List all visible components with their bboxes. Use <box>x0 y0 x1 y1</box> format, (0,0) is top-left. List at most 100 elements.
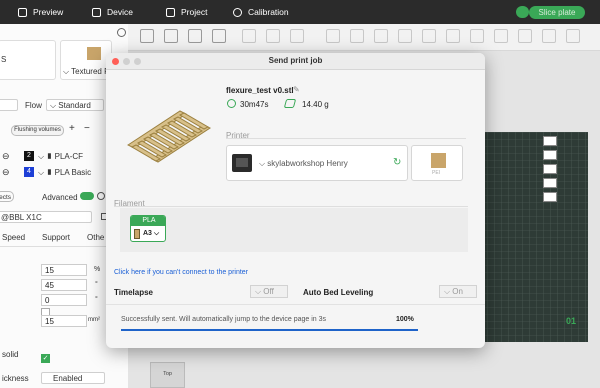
view-top-icon[interactable] <box>543 150 557 160</box>
remove-filament-icon[interactable]: − <box>84 123 90 134</box>
add-filament-icon[interactable]: + <box>69 123 75 134</box>
printer-card[interactable]: S <box>0 40 56 80</box>
tab-others[interactable]: Othe <box>87 233 104 242</box>
cut-icon[interactable] <box>422 29 436 43</box>
plate-card-label: ⌵ Textured P <box>63 67 110 76</box>
build-plate-grid <box>480 132 588 342</box>
nozzle-select[interactable] <box>0 99 18 111</box>
spool-icon <box>134 229 140 239</box>
printer-icon-window <box>236 158 248 167</box>
arrange-icon[interactable] <box>212 29 226 43</box>
orient-icon[interactable] <box>188 29 202 43</box>
thickness-label: ickness <box>2 374 29 383</box>
project-icon <box>166 8 175 17</box>
value-field-5[interactable]: 15 <box>41 315 87 327</box>
filament-1-radio-icon[interactable]: ⊖ <box>2 151 10 162</box>
progress-bar <box>121 329 418 331</box>
measure-icon[interactable] <box>542 29 556 43</box>
filament-2-select[interactable]: ⌵ ▮ PLA Basic <box>38 168 91 178</box>
close-window-button[interactable] <box>112 58 119 65</box>
tab-device-label: Device <box>107 7 133 17</box>
preview-icon <box>18 8 27 17</box>
text-tool-icon[interactable] <box>518 29 532 43</box>
settings-gear-icon[interactable] <box>117 28 126 37</box>
printer-select[interactable]: ⌵ skylabworkshop Henry ↻ <box>226 145 408 181</box>
enabled-select[interactable]: Enabled <box>41 372 105 384</box>
filament-mapping-area <box>120 208 468 252</box>
filament-slot: A3 ⌵ <box>143 230 160 237</box>
support-paint-icon[interactable] <box>470 29 484 43</box>
bed-leveling-select-value: ⌵ On <box>444 287 463 296</box>
grid-icon[interactable] <box>164 29 178 43</box>
seam-paint-icon[interactable] <box>494 29 508 43</box>
value-unit-2: ° <box>95 281 98 288</box>
mesh-boolean-icon[interactable] <box>446 29 460 43</box>
view-front-icon[interactable] <box>543 164 557 174</box>
value-field-1[interactable]: 15 <box>41 264 87 276</box>
refresh-printer-icon[interactable]: ↻ <box>393 157 401 168</box>
printer-select-value: ⌵ skylabworkshop Henry <box>259 159 348 168</box>
objects-tab[interactable]: ects <box>0 191 14 202</box>
tab-project[interactable]: Project <box>166 0 207 24</box>
filament-1-select[interactable]: ⌵ ▮ PLA-CF <box>38 152 83 162</box>
view-side-icon[interactable] <box>543 178 557 188</box>
minimize-window-button[interactable] <box>123 58 130 65</box>
bed-leveling-select[interactable]: ⌵ On <box>439 285 477 298</box>
process-preset-value: @BBL X1C <box>1 213 42 222</box>
lay-on-face-icon[interactable] <box>398 29 412 43</box>
tab-support[interactable]: Support <box>42 233 70 242</box>
slice-mode-toggle[interactable] <box>516 6 529 18</box>
top-bar: Preview Device Project Calibration Slice… <box>0 0 600 24</box>
paste-icon[interactable] <box>266 29 280 43</box>
zoom-window-button[interactable] <box>134 58 141 65</box>
value-unit-5: mm² <box>88 317 100 323</box>
build-plate[interactable]: 01 <box>480 132 588 342</box>
connection-help-link[interactable]: Click here if you can't connect to the p… <box>114 269 248 276</box>
filament-mapping-card[interactable]: PLA A3 ⌵ <box>130 215 166 242</box>
clock-icon <box>227 99 236 108</box>
slice-plate-button[interactable]: Slice plate <box>529 6 585 19</box>
enabled-select-value: Enabled <box>53 374 83 383</box>
device-icon <box>92 8 101 17</box>
move-icon[interactable] <box>326 29 340 43</box>
scale-icon[interactable] <box>374 29 388 43</box>
progress-track <box>121 329 418 331</box>
printer-icon <box>232 154 252 172</box>
tab-calibration-label: Calibration <box>248 7 289 17</box>
filament-2-badge: 4 <box>24 167 34 177</box>
rotate-icon[interactable] <box>350 29 364 43</box>
dialog-title-bar: Send print job <box>106 53 485 70</box>
timelapse-select[interactable]: ⌵ Off <box>250 285 288 298</box>
delete-icon[interactable] <box>290 29 304 43</box>
assembly-icon[interactable] <box>566 29 580 43</box>
copy-icon[interactable] <box>242 29 256 43</box>
value-field-2[interactable]: 45 <box>41 279 87 291</box>
tab-calibration[interactable]: Calibration <box>233 0 289 24</box>
advanced-toggle[interactable] <box>80 192 94 200</box>
view-cube-top[interactable]: Top <box>150 362 185 388</box>
timelapse-select-value: ⌵ Off <box>255 287 274 296</box>
printer-section-divider <box>226 138 466 139</box>
tab-device[interactable]: Device <box>92 0 133 24</box>
add-object-icon[interactable] <box>140 29 154 43</box>
tab-preview[interactable]: Preview <box>18 0 63 24</box>
advanced-info-icon[interactable] <box>97 192 105 200</box>
flow-select[interactable]: ⌵ Standard <box>46 99 104 111</box>
plate-card[interactable]: ⌵ Textured P <box>60 40 112 80</box>
advanced-label: Advanced <box>42 193 78 202</box>
filament-weight-icon <box>283 99 297 108</box>
status-divider <box>106 304 485 305</box>
tab-speed[interactable]: Speed <box>2 233 25 242</box>
view-camera-icon[interactable] <box>543 192 557 202</box>
filament-2-radio-icon[interactable]: ⊖ <box>2 167 10 178</box>
process-preset-select[interactable]: @BBL X1C <box>0 211 92 223</box>
send-print-job-dialog: Send print job flexure_test v0.stl ✎ 30m… <box>106 53 485 348</box>
flushing-volumes-button[interactable]: Flushing volumes <box>11 125 64 136</box>
solid-checkbox[interactable]: ✓ <box>41 354 50 363</box>
view-iso-icon[interactable] <box>543 136 557 146</box>
edit-name-icon[interactable]: ✎ <box>293 85 300 94</box>
plate-number: 01 <box>566 316 577 326</box>
print-time: 30m47s <box>240 100 269 109</box>
value-field-3[interactable]: 0 <box>41 294 87 306</box>
filament-weight: 14.40 g <box>302 100 329 109</box>
